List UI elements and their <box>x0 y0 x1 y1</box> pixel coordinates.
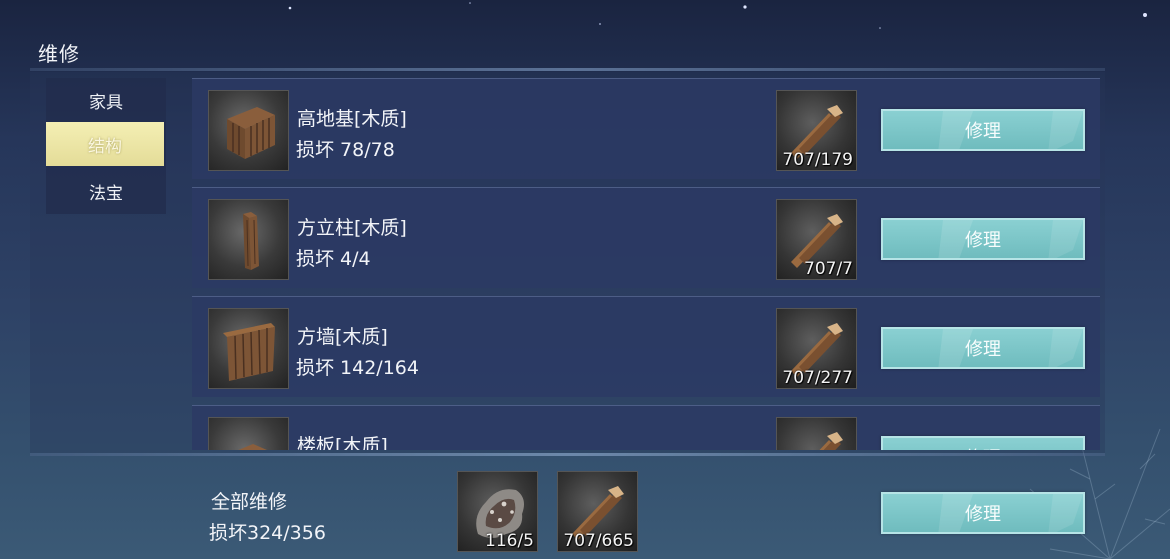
repair-all-label: 全部维修 <box>211 491 288 513</box>
item-name: 楼板[木质] <box>297 435 388 450</box>
repair-list[interactable]: 高地基[木质] 损坏 78/78 707/179 修理 方立柱[木质] 损坏 4… <box>192 78 1100 450</box>
starry-sky-decoration <box>288 2 1147 29</box>
repair-button[interactable]: 修理 <box>881 327 1085 369</box>
wooden-floor-icon <box>208 417 289 450</box>
footer-divider <box>30 453 1105 456</box>
wooden-crate-foundation-icon <box>208 90 289 171</box>
page-title: 维修 <box>38 42 80 66</box>
item-name: 方墙[木质] <box>297 326 388 348</box>
material-slot: 707/665 <box>557 471 638 552</box>
repair-all-damage: 损坏324/356 <box>209 522 326 544</box>
category-sidebar: 家具 结构 法宝 <box>46 78 166 214</box>
material-slot: 116/5 <box>457 471 538 552</box>
repair-button-label: 修理 <box>965 230 1001 251</box>
sidebar-item-structure[interactable]: 结构 <box>46 122 164 166</box>
material-slot: 707/7 <box>776 199 857 280</box>
repair-button-label: 修理 <box>965 339 1001 360</box>
material-slot <box>776 417 857 450</box>
material-quantity: 116/5 <box>485 531 534 551</box>
repair-button[interactable]: 修理 <box>881 109 1085 151</box>
item-damage: 损坏 142/164 <box>296 357 419 379</box>
material-quantity: 707/179 <box>782 150 853 170</box>
sidebar-item-furniture[interactable]: 家具 <box>46 78 166 122</box>
repair-button[interactable]: 修理 <box>881 436 1085 450</box>
list-item: 楼板[木质] 修理 <box>192 405 1100 450</box>
item-name: 高地基[木质] <box>297 108 407 130</box>
repair-all-button[interactable]: 修理 <box>881 492 1085 534</box>
repair-button-label: 修理 <box>965 444 1001 450</box>
wood-plank-icon <box>819 432 843 450</box>
sidebar-item-treasure[interactable]: 法宝 <box>46 169 166 213</box>
list-item: 高地基[木质] 损坏 78/78 707/179 修理 <box>192 78 1100 179</box>
repair-all-button-label: 修理 <box>965 504 1001 525</box>
wooden-wall-icon <box>208 308 289 389</box>
item-name: 方立柱[木质] <box>297 217 407 239</box>
repair-button[interactable]: 修理 <box>881 218 1085 260</box>
item-damage: 损坏 4/4 <box>296 248 371 270</box>
list-item: 方立柱[木质] 损坏 4/4 707/7 修理 <box>192 187 1100 288</box>
wooden-pillar-icon <box>208 199 289 280</box>
material-slot: 707/277 <box>776 308 857 389</box>
item-damage: 损坏 78/78 <box>296 139 395 161</box>
material-quantity: 707/277 <box>782 368 853 388</box>
material-slot: 707/179 <box>776 90 857 171</box>
material-quantity: 707/7 <box>804 259 853 279</box>
material-quantity: 707/665 <box>563 531 634 551</box>
list-item: 方墙[木质] 损坏 142/164 707/277 修理 <box>192 296 1100 397</box>
title-divider <box>30 68 1105 71</box>
repair-button-label: 修理 <box>965 121 1001 142</box>
